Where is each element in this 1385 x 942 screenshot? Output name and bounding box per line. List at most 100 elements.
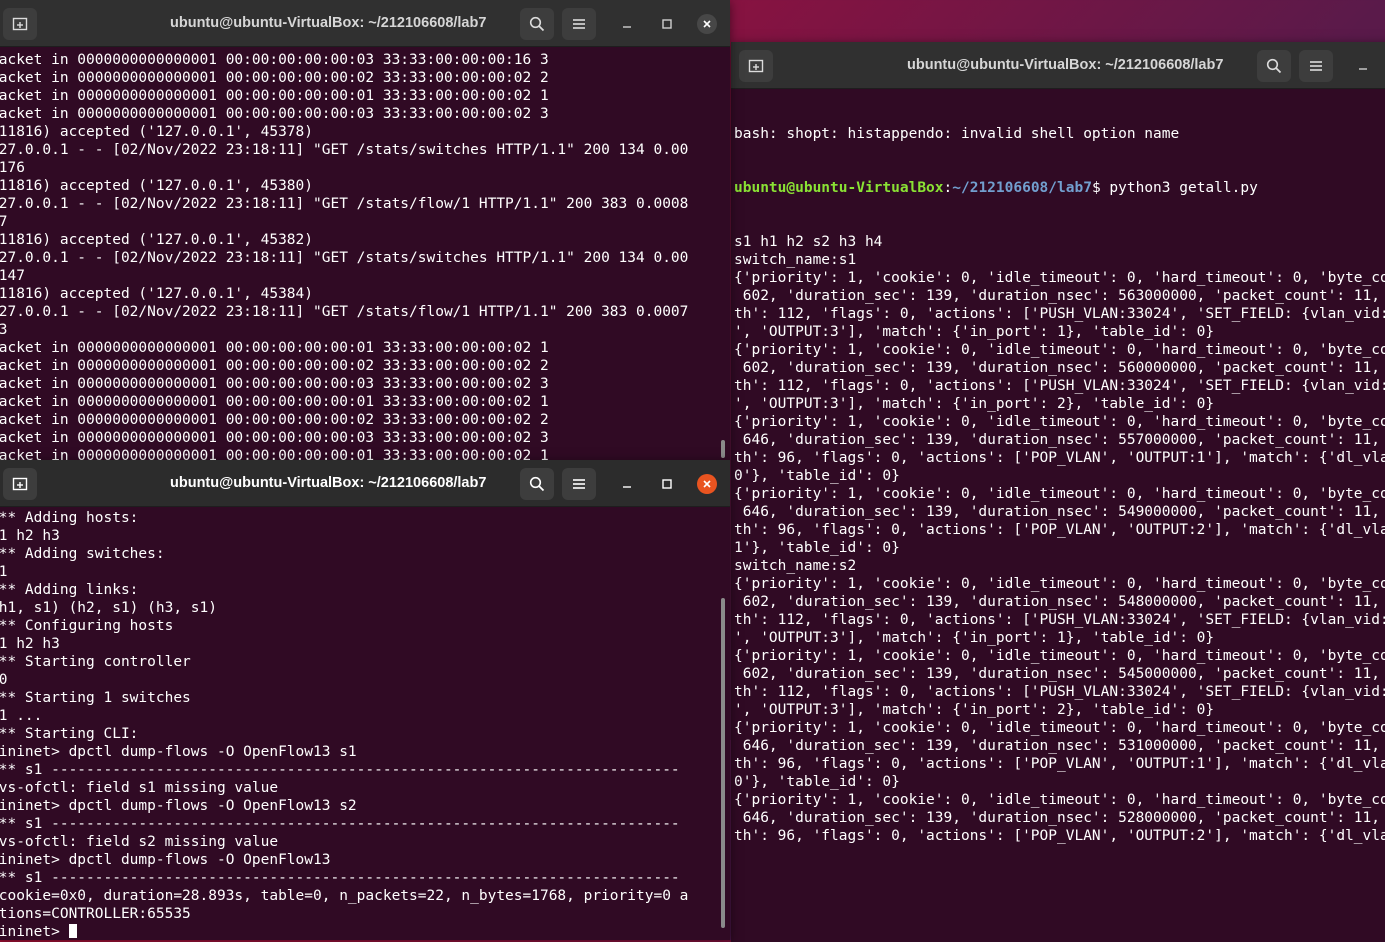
terminal-line: 0147: [0, 268, 25, 284]
text-cursor: [68, 924, 77, 938]
terminal-line: {'priority': 1, 'cookie': 0, 'idle_timeo…: [734, 342, 1385, 358]
terminal-line: switch_name:s1: [734, 252, 857, 268]
terminal-line: th': 96, 'flags': 0, 'actions': ['POP_VL…: [734, 450, 1385, 466]
terminal-line: packet in 0000000000000001 00:00:00:00:0…: [0, 412, 549, 428]
terminal-output[interactable]: packet in 0000000000000001 00:00:00:00:0…: [0, 51, 730, 462]
prompt-command: $ python3 getall.py: [1091, 180, 1258, 196]
terminal-line: *** Adding hosts:: [0, 510, 139, 526]
terminal-line: *** Configuring hosts: [0, 618, 174, 634]
terminal-line: {'priority': 1, 'cookie': 0, 'idle_timeo…: [734, 270, 1385, 286]
terminal-output[interactable]: bash: shopt: histappendo: invalid shell …: [734, 89, 1385, 942]
terminal-line: switch_name:s2: [734, 558, 857, 574]
terminal-window-getall[interactable]: ubuntu@ubuntu-VirtualBox: ~/212106608/la…: [731, 42, 1385, 942]
output-lines: s1 h1 h2 s2 h3 h4 switch_name:s1 {'priorit…: [734, 233, 1385, 845]
minimize-button[interactable]: [1353, 56, 1373, 76]
terminal-line: s1 h1 h2 s2 h3 h4: [734, 234, 883, 250]
terminal-line: 646, 'duration_sec': 139, 'duration_nsec…: [734, 432, 1385, 448]
search-icon: [529, 476, 545, 492]
terminal-line: *** Adding links:: [0, 582, 139, 598]
close-icon: [703, 20, 711, 28]
terminal-line: *** s1 ---------------------------------…: [0, 870, 680, 886]
terminal-line: {'priority': 1, 'cookie': 0, 'idle_timeo…: [734, 576, 1385, 592]
hamburger-menu-icon: [573, 19, 585, 29]
terminal-line: ovs-ofctl: field s2 missing value: [0, 834, 279, 850]
search-button[interactable]: [1257, 50, 1291, 82]
maximize-icon: [662, 19, 672, 29]
terminal-line: 0'}, 'table_id': 0}: [734, 468, 900, 484]
prompt-line: ubuntu@ubuntu-VirtualBox:~/212106608/lab…: [734, 179, 1385, 197]
terminal-line: packet in 0000000000000001 00:00:00:00:0…: [0, 376, 549, 392]
terminal-line: 646, 'duration_sec': 139, 'duration_nsec…: [734, 810, 1385, 826]
terminal-line: packet in 0000000000000001 00:00:00:00:0…: [0, 430, 549, 446]
hamburger-menu-icon: [573, 479, 585, 489]
menu-button[interactable]: [562, 468, 596, 500]
minimize-button[interactable]: [617, 14, 637, 34]
terminal-line: (11816) accepted ('127.0.0.1', 45378): [0, 124, 314, 140]
terminal-line: ', 'OUTPUT:3'], 'match': {'in_port': 1},…: [734, 630, 1215, 646]
terminal-line: h1 h2 h3: [0, 636, 60, 652]
search-icon: [529, 16, 545, 32]
minimize-icon: [623, 26, 631, 28]
terminal-line: ctions=CONTROLLER:65535: [0, 906, 191, 922]
terminal-line: {'priority': 1, 'cookie': 0, 'idle_timeo…: [734, 720, 1385, 736]
terminal-window-controller[interactable]: ubuntu@ubuntu-VirtualBox: ~/212106608/la…: [0, 0, 730, 462]
terminal-window-mininet[interactable]: ubuntu@ubuntu-VirtualBox: ~/212106608/la…: [0, 460, 730, 940]
terminal-line: {'priority': 1, 'cookie': 0, 'idle_timeo…: [734, 414, 1385, 430]
terminal-line: packet in 0000000000000001 00:00:00:00:0…: [0, 70, 549, 86]
terminal-line: ', 'OUTPUT:3'], 'match': {'in_port': 2},…: [734, 396, 1215, 412]
maximize-button[interactable]: [657, 14, 677, 34]
terminal-line: *** Adding switches:: [0, 546, 165, 562]
terminal-line: bash: shopt: histappendo: invalid shell …: [734, 126, 1180, 142]
terminal-line: 602, 'duration_sec': 139, 'duration_nsec…: [734, 360, 1385, 376]
new-tab-icon: [12, 477, 28, 491]
titlebar[interactable]: ubuntu@ubuntu-VirtualBox: ~/212106608/la…: [0, 0, 730, 47]
scrollbar-thumb[interactable]: [721, 598, 725, 928]
window-title: ubuntu@ubuntu-VirtualBox: ~/212106608/la…: [170, 475, 487, 491]
terminal-line: 73: [0, 322, 8, 338]
terminal-line: mininet> dpctl dump-flows -O OpenFlow13 …: [0, 798, 357, 814]
prompt-user: ubuntu@ubuntu-VirtualBox: [734, 180, 944, 196]
new-tab-icon: [12, 17, 28, 31]
close-icon: [703, 480, 711, 488]
terminal-line: s1: [0, 564, 8, 580]
new-tab-icon: [748, 59, 764, 73]
terminal-line: *** Starting 1 switches: [0, 690, 191, 706]
terminal-line: th': 112, 'flags': 0, 'actions': ['PUSH_…: [734, 378, 1385, 394]
terminal-line: 646, 'duration_sec': 139, 'duration_nsec…: [734, 738, 1385, 754]
terminal-line: th': 96, 'flags': 0, 'actions': ['POP_VL…: [734, 522, 1385, 538]
terminal-line: *** s1 ---------------------------------…: [0, 816, 680, 832]
terminal-line: th': 112, 'flags': 0, 'actions': ['PUSH_…: [734, 684, 1385, 700]
terminal-line: (h1, s1) (h2, s1) (h3, s1): [0, 600, 217, 616]
terminal-line: c0: [0, 672, 8, 688]
terminal-line: packet in 0000000000000001 00:00:00:00:0…: [0, 106, 549, 122]
terminal-line: th': 112, 'flags': 0, 'actions': ['PUSH_…: [734, 306, 1385, 322]
menu-button[interactable]: [1299, 50, 1333, 82]
close-button[interactable]: [697, 474, 717, 494]
terminal-line: ', 'OUTPUT:3'], 'match': {'in_port': 1},…: [734, 324, 1215, 340]
new-tab-button[interactable]: [739, 50, 773, 82]
terminal-line: mininet>: [0, 923, 730, 940]
terminal-line: packet in 0000000000000001 00:00:00:00:0…: [0, 394, 549, 410]
new-tab-button[interactable]: [3, 8, 37, 40]
close-button[interactable]: [697, 14, 717, 34]
maximize-button[interactable]: [657, 474, 677, 494]
terminal-line: 127.0.0.1 - - [02/Nov/2022 23:18:11] "GE…: [0, 304, 689, 320]
terminal-line: ', 'OUTPUT:3'], 'match': {'in_port': 2},…: [734, 702, 1215, 718]
titlebar[interactable]: ubuntu@ubuntu-VirtualBox: ~/212106608/la…: [0, 460, 730, 507]
new-tab-button[interactable]: [3, 468, 37, 500]
terminal-line: packet in 0000000000000001 00:00:00:00:0…: [0, 88, 549, 104]
search-button[interactable]: [520, 8, 554, 40]
menu-button[interactable]: [562, 8, 596, 40]
terminal-line: 602, 'duration_sec': 139, 'duration_nsec…: [734, 594, 1385, 610]
terminal-line: 0'}, 'table_id': 0}: [734, 774, 900, 790]
minimize-icon: [1359, 68, 1367, 70]
terminal-output[interactable]: *** Adding hosts: h1 h2 h3 *** Adding swit…: [0, 509, 730, 940]
terminal-line: 0176: [0, 160, 25, 176]
terminal-line: (11816) accepted ('127.0.0.1', 45382): [0, 232, 314, 248]
terminal-line: 646, 'duration_sec': 139, 'duration_nsec…: [734, 504, 1385, 520]
search-icon: [1266, 58, 1282, 74]
minimize-button[interactable]: [617, 474, 637, 494]
search-button[interactable]: [520, 468, 554, 500]
scrollbar-thumb[interactable]: [721, 440, 725, 458]
titlebar[interactable]: ubuntu@ubuntu-VirtualBox: ~/212106608/la…: [731, 42, 1385, 89]
